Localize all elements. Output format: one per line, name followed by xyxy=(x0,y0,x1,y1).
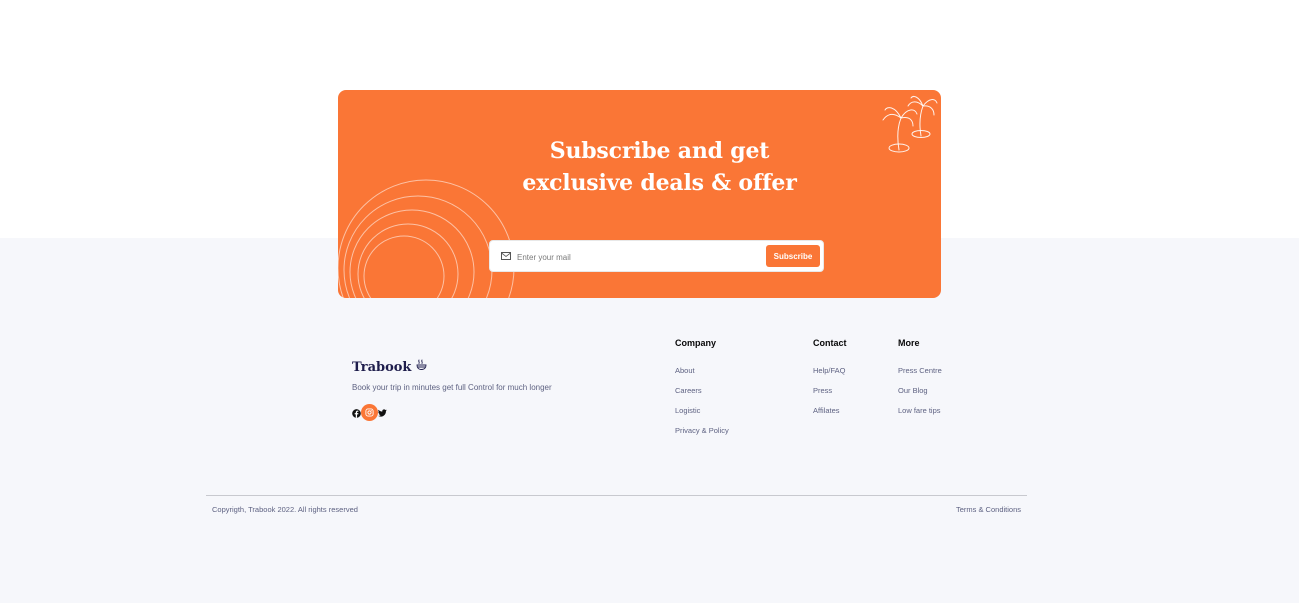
footer-link-low-fare-tips[interactable]: Low fare tips xyxy=(898,405,942,425)
footer-link-about[interactable]: About xyxy=(675,365,729,385)
mail-icon xyxy=(501,252,511,260)
subscribe-button[interactable]: Subscribe xyxy=(766,245,820,267)
facebook-icon[interactable] xyxy=(351,408,361,418)
footer-link-press[interactable]: Press xyxy=(813,385,847,405)
subscribe-heading: Subscribe and get exclusive deals & offe… xyxy=(338,135,941,199)
brand: Trabook xyxy=(352,359,427,375)
footer-link-help-faq[interactable]: Help/FAQ xyxy=(813,365,847,385)
footer-link-privacy-policy[interactable]: Privacy & Policy xyxy=(675,425,729,445)
subscribe-heading-line2: exclusive deals & offer xyxy=(522,170,797,196)
brand-name: Trabook xyxy=(352,359,412,375)
footer-link-our-blog[interactable]: Our Blog xyxy=(898,385,942,405)
column-title: Company xyxy=(675,338,717,348)
copyright-text: Copyrigth, Trabook 2022. All rights rese… xyxy=(212,505,358,514)
terms-link[interactable]: Terms & Conditions xyxy=(956,505,1021,514)
footer-link-logistic[interactable]: Logistic xyxy=(675,405,729,425)
footer-column-more: More Press Centre Our Blog Low fare tips xyxy=(898,337,942,425)
footer-divider xyxy=(206,495,1027,496)
subscribe-card: Subscribe and get exclusive deals & offe… xyxy=(338,90,941,298)
footer-link-careers[interactable]: Careers xyxy=(675,385,729,405)
brand-tagline: Book your trip in minutes get full Contr… xyxy=(352,383,552,392)
footer-column-company: Company About Careers Logistic Privacy &… xyxy=(675,337,729,445)
instagram-icon[interactable] xyxy=(361,404,378,421)
subscribe-form: Subscribe xyxy=(489,240,824,272)
coffee-steam-icon xyxy=(416,359,427,375)
social-links xyxy=(351,404,391,422)
footer-link-affiliates[interactable]: Affilates xyxy=(813,405,847,425)
footer-link-press-centre[interactable]: Press Centre xyxy=(898,365,942,385)
subscribe-heading-line1: Subscribe and get xyxy=(549,138,770,164)
footer-column-contact: Contact Help/FAQ Press Affilates xyxy=(813,337,847,425)
column-title: More xyxy=(898,338,920,348)
column-title: Contact xyxy=(813,338,847,348)
twitter-icon[interactable] xyxy=(377,408,387,418)
email-input[interactable] xyxy=(517,246,757,268)
